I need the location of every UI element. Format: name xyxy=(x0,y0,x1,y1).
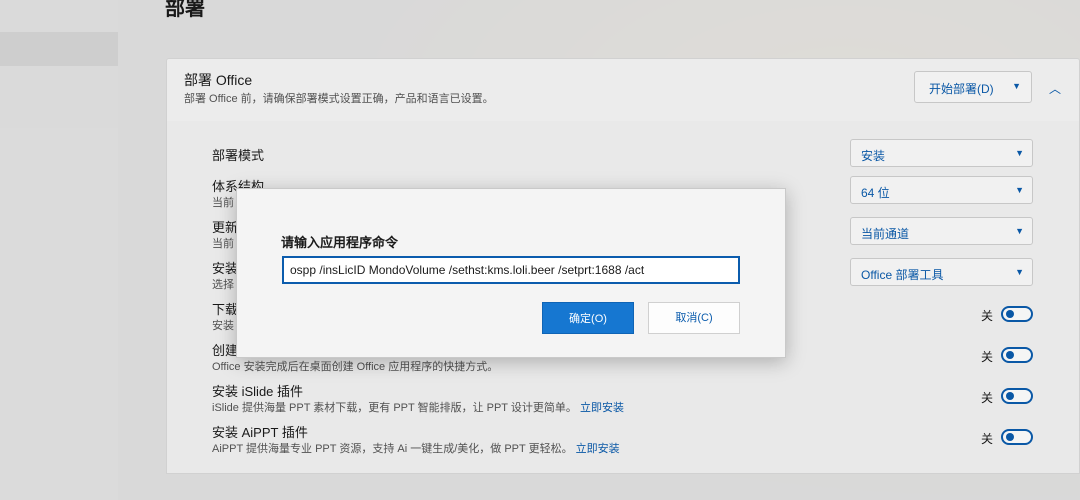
app-window: 部署 部署 Office 部署 Office 前，请确保部署模式设置正确，产品和… xyxy=(0,0,1080,500)
dialog-title: 请输入应用程序命令 xyxy=(281,235,399,250)
command-input[interactable]: ospp /insLicID MondoVolume /sethst:kms.l… xyxy=(282,256,740,284)
ok-button[interactable]: 确定(O) xyxy=(542,302,634,334)
cancel-button[interactable]: 取消(C) xyxy=(648,302,740,334)
command-dialog: 请输入应用程序命令 ospp /insLicID MondoVolume /se… xyxy=(236,188,786,358)
